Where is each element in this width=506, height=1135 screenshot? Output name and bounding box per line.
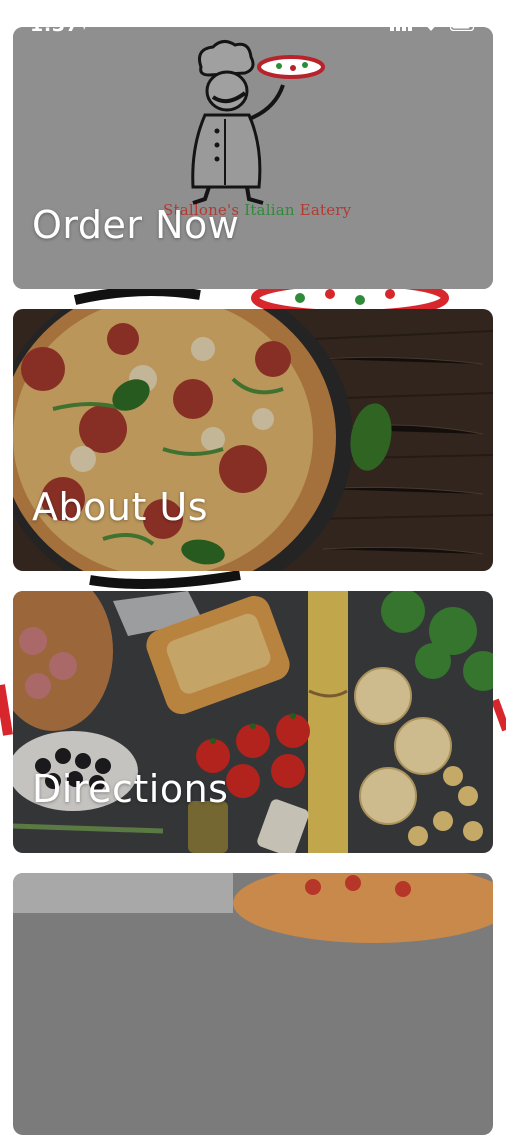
partial-card-photo — [13, 873, 493, 1135]
pizza-photo — [13, 309, 493, 571]
location-arrow-icon — [76, 16, 90, 35]
menu-card-partial[interactable] — [13, 873, 493, 1135]
battery-icon — [449, 16, 478, 35]
directions-card[interactable]: Directions — [13, 591, 493, 853]
brand-name-part2: Italian — [244, 201, 295, 219]
chef-logo-image — [13, 27, 493, 289]
about-us-label: About Us — [32, 485, 209, 529]
ingredients-photo — [13, 591, 493, 853]
status-time: 1:37 — [30, 14, 80, 36]
directions-label: Directions — [32, 767, 229, 811]
order-now-card[interactable]: Stallone's Italian Eatery Order Now — [13, 27, 493, 289]
order-now-label: Order Now — [32, 203, 240, 247]
signal-icon — [390, 16, 412, 35]
wifi-icon — [421, 16, 441, 35]
brand-name-part3: Eatery — [299, 201, 352, 219]
about-us-card[interactable]: About Us — [13, 309, 493, 571]
status-bar: 1:37 — [0, 0, 506, 40]
